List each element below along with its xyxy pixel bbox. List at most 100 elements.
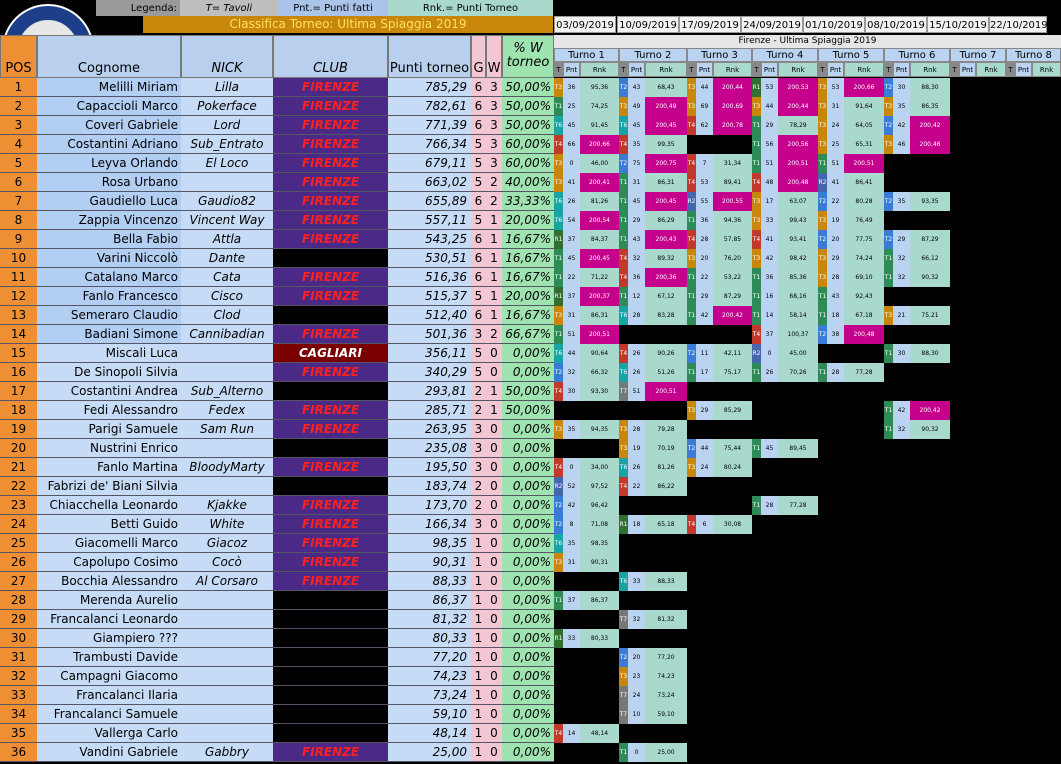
row-g: 1 (471, 572, 486, 591)
row-g: 1 (471, 743, 486, 762)
result-points: 30 (563, 382, 580, 401)
result-points: 37 (563, 591, 580, 610)
result-rank: 57,85 (713, 230, 752, 249)
row-cognome: Varini Niccolò (37, 249, 181, 268)
result-table: T3 (619, 97, 628, 116)
result-points: 75 (628, 154, 645, 173)
row-g: 5 (471, 287, 486, 306)
result-points: 35 (563, 420, 580, 439)
result-points: 51 (827, 154, 844, 173)
row-punti: 340,29 (388, 363, 471, 382)
sub-header-pnt: Pnt (827, 62, 844, 77)
row-punti: 679,11 (388, 154, 471, 173)
result-points: 32 (893, 268, 910, 287)
row-pct: 0,00% (502, 439, 554, 458)
row-punti: 516,36 (388, 268, 471, 287)
result-points: 43 (628, 78, 645, 97)
row-w: 0 (486, 515, 502, 534)
row-w: 1 (486, 306, 502, 325)
result-rank: 48,14 (580, 724, 619, 743)
row-punti: 88,33 (388, 572, 471, 591)
row-club: FIRENZE (273, 572, 388, 591)
row-pct: 0,00% (502, 610, 554, 629)
row-club: FIRENZE (273, 268, 388, 287)
result-table: T1 (619, 211, 628, 230)
row-club: FIRENZE (273, 154, 388, 173)
row-club: FIRENZE (273, 515, 388, 534)
row-w: 3 (486, 154, 502, 173)
row-w: 0 (486, 705, 502, 724)
result-points: 29 (761, 116, 778, 135)
result-points: 53 (827, 78, 844, 97)
result-table: T1 (619, 192, 628, 211)
row-punti: 98,35 (388, 534, 471, 553)
row-punti: 543,25 (388, 230, 471, 249)
result-points: 51 (761, 154, 778, 173)
result-table: T3 (752, 211, 761, 230)
row-cognome: Semeraro Claudio (37, 306, 181, 325)
row-pos: 16 (0, 363, 37, 382)
row-cognome: Francalanci Samuele (37, 705, 181, 724)
row-w: 0 (486, 496, 502, 515)
row-nick: Pokerface (181, 97, 273, 116)
row-cognome: Vallerga Carlo (37, 724, 181, 743)
result-table: T3 (619, 420, 628, 439)
row-nick: Al Corsaro (181, 572, 273, 591)
row-g: 3 (471, 515, 486, 534)
row-nick: Kjakke (181, 496, 273, 515)
row-punti: 77,20 (388, 648, 471, 667)
result-table: T1 (884, 420, 893, 439)
row-pct: 50,00% (502, 97, 554, 116)
result-table: T6 (619, 363, 628, 382)
result-rank: 93,41 (778, 230, 818, 249)
result-table: T1 (752, 287, 761, 306)
result-table: T1 (687, 211, 696, 230)
row-nick: Sub_Entrato (181, 135, 273, 154)
result-rank: 80,33 (580, 629, 619, 648)
result-points: 28 (761, 496, 778, 515)
row-pct: 0,00% (502, 553, 554, 572)
result-table: T1 (818, 287, 827, 306)
row-club (273, 439, 388, 458)
row-w: 1 (486, 230, 502, 249)
result-table: T6 (619, 116, 628, 135)
sub-header-pnt: Pnt (696, 62, 713, 77)
result-table: T2 (884, 116, 893, 135)
result-table: T3 (554, 306, 563, 325)
row-nick: Cata (181, 268, 273, 287)
result-table: T3 (818, 116, 827, 135)
row-pct: 16,67% (502, 249, 554, 268)
result-points: 42 (893, 401, 910, 420)
row-club: FIRENZE (273, 420, 388, 439)
result-table: T4 (752, 325, 761, 344)
row-club: FIRENZE (273, 534, 388, 553)
result-points: 66 (563, 135, 580, 154)
result-rank: 31,34 (713, 154, 752, 173)
result-table: T4 (687, 230, 696, 249)
result-points: 25 (827, 135, 844, 154)
row-nick: Giacoz (181, 534, 273, 553)
row-pos: 20 (0, 439, 37, 458)
result-rank: 77,28 (778, 496, 818, 515)
result-points: 38 (827, 325, 844, 344)
row-pct: 0,00% (502, 724, 554, 743)
result-table: T3 (818, 249, 827, 268)
result-points: 14 (563, 724, 580, 743)
result-table: T3 (687, 401, 696, 420)
result-rank: 81,32 (645, 610, 687, 629)
sub-header-t: T (687, 62, 696, 77)
result-rank: 86,31 (580, 306, 619, 325)
row-club (273, 591, 388, 610)
row-cognome: Giacomelli Marco (37, 534, 181, 553)
result-points: 42 (761, 249, 778, 268)
row-w: 2 (486, 325, 502, 344)
result-table: R1 (554, 287, 563, 306)
result-table: T2 (884, 230, 893, 249)
row-club: FIRENZE (273, 496, 388, 515)
result-rank: 68,16 (778, 287, 818, 306)
row-punti: 557,11 (388, 211, 471, 230)
sub-header-pnt: Pnt (628, 62, 645, 77)
result-points: 32 (893, 420, 910, 439)
result-points: 26 (761, 363, 778, 382)
row-club: FIRENZE (273, 230, 388, 249)
